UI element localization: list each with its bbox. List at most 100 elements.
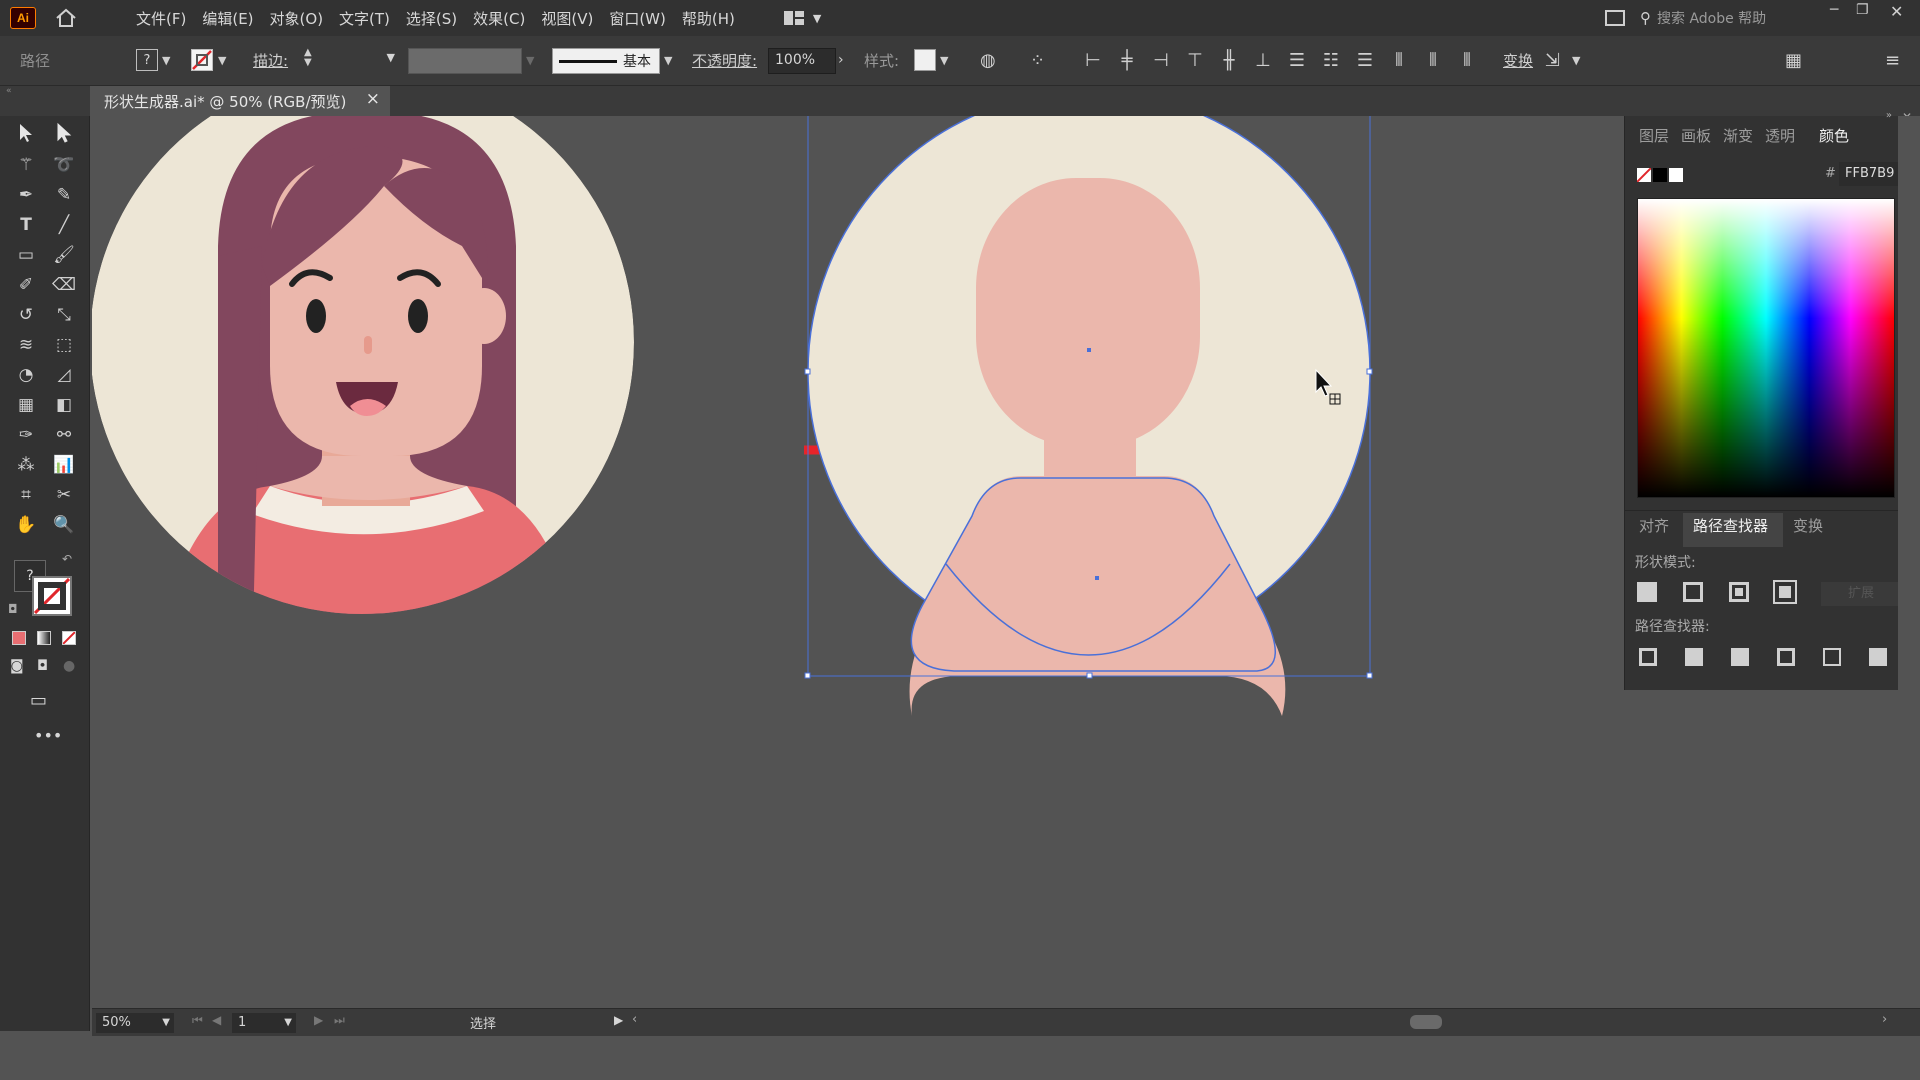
selection-tool-icon[interactable] xyxy=(12,122,40,148)
scale-tool-icon[interactable]: ⤡ xyxy=(50,302,78,328)
opacity-expand-icon[interactable]: › xyxy=(838,49,844,71)
exclude-icon[interactable] xyxy=(1773,580,1797,604)
draw-normal-icon[interactable]: ◙ xyxy=(10,658,24,674)
crop-icon[interactable] xyxy=(1777,648,1795,666)
stroke-weight-stepper-icon[interactable]: ▲ ▼ xyxy=(304,48,312,68)
mesh-tool-icon[interactable]: ▦ xyxy=(12,392,40,418)
default-fill-stroke-icon[interactable]: ◘ xyxy=(8,602,18,616)
isolate-dropdown-icon[interactable]: ▼ xyxy=(1572,50,1580,72)
swap-fill-stroke-icon[interactable]: ↶ xyxy=(62,552,72,566)
menu-help[interactable]: 帮助(H) xyxy=(674,8,743,29)
stroke-swatch[interactable] xyxy=(191,49,213,71)
tab-transform[interactable]: 变换 xyxy=(1793,506,1823,546)
trim-icon[interactable] xyxy=(1685,648,1703,666)
black-swatch[interactable] xyxy=(1653,168,1667,182)
stroke-none-box[interactable] xyxy=(32,576,72,616)
tab-pathfinder[interactable]: 路径查找器 xyxy=(1693,506,1768,546)
divide-icon[interactable] xyxy=(1639,648,1657,666)
variable-width-profile[interactable] xyxy=(408,48,522,74)
menu-window[interactable]: 窗口(W) xyxy=(601,8,674,29)
shaper-tool-icon[interactable]: ✐ xyxy=(12,272,40,298)
direct-selection-tool-icon[interactable] xyxy=(50,122,78,148)
align-vcenter-icon[interactable]: ╫ xyxy=(1216,50,1242,72)
pen-tool-icon[interactable]: ✒ xyxy=(12,182,40,208)
zoom-field[interactable]: 50% ▼ xyxy=(96,1013,174,1033)
artboard-field[interactable]: 1 ▼ xyxy=(232,1013,296,1033)
column-graph-tool-icon[interactable]: 📊 xyxy=(50,452,78,478)
edit-toolbar-icon[interactable]: ••• xyxy=(34,726,62,745)
none-mode-icon[interactable] xyxy=(62,631,76,645)
white-swatch[interactable] xyxy=(1669,168,1683,182)
color-spectrum[interactable] xyxy=(1637,198,1895,498)
hand-tool-icon[interactable]: ✋ xyxy=(12,512,40,538)
isolate-icon[interactable]: ⇲ xyxy=(1545,50,1560,72)
opacity-field[interactable]: 100% xyxy=(768,48,836,74)
first-artboard-icon[interactable]: ⏮ xyxy=(192,1013,203,1028)
rotate-tool-icon[interactable]: ↺ xyxy=(12,302,40,328)
intersect-icon[interactable] xyxy=(1729,582,1749,602)
transform-label[interactable]: 变换 xyxy=(1503,36,1533,86)
menu-edit[interactable]: 编辑(E) xyxy=(194,8,261,29)
close-window-icon[interactable]: ✕ xyxy=(1890,2,1903,21)
next-artboard-icon[interactable]: ▶ xyxy=(314,1013,323,1027)
merge-icon[interactable] xyxy=(1731,648,1749,666)
stroke-weight-field[interactable]: ▼ xyxy=(325,49,397,73)
line-segment-tool-icon[interactable]: ╱ xyxy=(50,212,78,238)
tab-layers[interactable]: 图层 xyxy=(1639,116,1669,156)
tab-transparency[interactable]: 透明 xyxy=(1765,116,1795,156)
zoom-tool-icon[interactable]: 🔍 xyxy=(50,512,78,538)
arrange-documents-icon[interactable] xyxy=(1605,10,1625,26)
canvas[interactable] xyxy=(92,116,1622,1016)
arrange-icon[interactable]: ▦ xyxy=(1785,50,1802,72)
artboard-tool-icon[interactable]: ⌗ xyxy=(12,482,40,508)
scroll-left-icon[interactable]: ‹ xyxy=(632,1012,637,1027)
distribute-vcenter-icon[interactable]: ☷ xyxy=(1318,50,1344,72)
menu-view[interactable]: 视图(V) xyxy=(533,8,601,29)
type-tool-icon[interactable]: T xyxy=(12,212,40,238)
align-to-icon[interactable]: ⁘ xyxy=(1030,50,1045,72)
paintbrush-tool-icon[interactable]: 🖌 xyxy=(50,242,78,268)
prev-artboard-icon[interactable]: ◀ xyxy=(212,1013,221,1027)
workspace-switcher-icon[interactable]: ▼ xyxy=(783,10,821,26)
home-icon[interactable] xyxy=(46,0,86,36)
distribute-top-icon[interactable]: ☰ xyxy=(1284,50,1310,72)
lasso-tool-icon[interactable]: ➰ xyxy=(50,152,78,178)
minimize-icon[interactable]: ─ xyxy=(1830,2,1838,18)
gradient-mode-icon[interactable] xyxy=(37,631,51,645)
recolor-artwork-icon[interactable]: ◍ xyxy=(980,50,996,72)
expand-button[interactable]: 扩展 xyxy=(1821,582,1901,606)
brush-definition-field[interactable]: 基本 xyxy=(552,48,660,74)
scroll-right-icon[interactable]: › xyxy=(1882,1012,1887,1027)
align-bottom-icon[interactable]: ⊥ xyxy=(1250,50,1276,72)
stroke-dropdown-icon[interactable]: ▼ xyxy=(218,50,226,72)
draw-behind-icon[interactable]: ◘ xyxy=(37,658,48,674)
last-artboard-icon[interactable]: ⏭ xyxy=(334,1013,345,1028)
eyedropper-tool-icon[interactable]: ✑ xyxy=(12,422,40,448)
close-tab-icon[interactable]: × xyxy=(366,89,380,109)
search-field[interactable]: ⚲ 搜索 Adobe 帮助 xyxy=(1640,5,1800,31)
outline-icon[interactable] xyxy=(1823,648,1841,666)
panel-menu-icon[interactable]: ≡ xyxy=(1885,50,1900,72)
status-menu-icon[interactable]: ▶ xyxy=(614,1013,623,1027)
collapse-panels-icon[interactable]: » xyxy=(1886,110,1892,121)
opacity-label[interactable]: 不透明度: xyxy=(692,36,757,86)
distribute-bottom-icon[interactable]: ☰ xyxy=(1352,50,1378,72)
align-right-icon[interactable]: ⊣ xyxy=(1148,50,1174,72)
draw-inside-icon[interactable]: ● xyxy=(63,658,75,674)
stroke-label[interactable]: 描边: xyxy=(253,36,288,86)
fill-swatch[interactable]: ? xyxy=(136,49,158,71)
distribute-right-icon[interactable]: ⦀ xyxy=(1454,50,1480,72)
color-mode-icon[interactable] xyxy=(12,631,26,645)
eraser-tool-icon[interactable]: ⌫ xyxy=(50,272,78,298)
document-tab[interactable]: 形状生成器.ai* @ 50% (RGB/预览) × xyxy=(90,86,390,116)
rectangle-tool-icon[interactable]: ▭ xyxy=(12,242,40,268)
brush-dropdown-icon[interactable]: ▼ xyxy=(664,50,672,72)
vertical-scrollbar[interactable] xyxy=(1898,116,1920,1008)
tab-align[interactable]: 对齐 xyxy=(1639,506,1669,546)
gradient-tool-icon[interactable]: ◧ xyxy=(50,392,78,418)
magic-wand-tool-icon[interactable]: ⚚ xyxy=(12,152,40,178)
distribute-left-icon[interactable]: ⦀ xyxy=(1386,50,1412,72)
symbol-sprayer-tool-icon[interactable]: ⁂ xyxy=(12,452,40,478)
shape-builder-tool-icon[interactable]: ◔ xyxy=(12,362,40,388)
tab-gradient[interactable]: 渐变 xyxy=(1723,116,1753,156)
